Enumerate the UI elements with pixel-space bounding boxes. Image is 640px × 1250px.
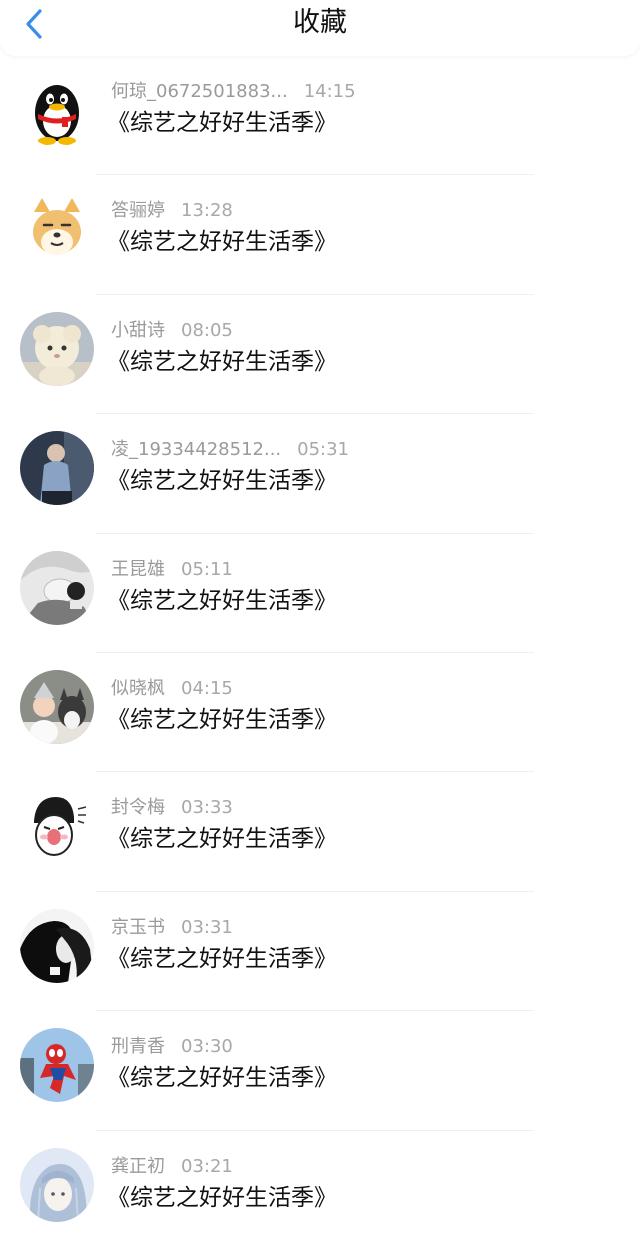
- item-time: 03:31: [181, 916, 233, 938]
- list-item[interactable]: 小甜诗 08:05 《综艺之好好生活季》: [0, 295, 640, 415]
- item-meta: 答骊婷 13:28: [111, 199, 233, 223]
- item-meta: 刑青香 03:30: [111, 1035, 233, 1059]
- item-time: 04:15: [181, 677, 233, 699]
- sender-name: 小甜诗: [111, 319, 165, 341]
- sender-name: 封令梅: [111, 797, 165, 819]
- nav-bar: 收藏: [0, 0, 640, 56]
- list-item[interactable]: 答骊婷 13:28 《综艺之好好生活季》: [0, 175, 640, 295]
- cartoon-sticker-avatar: [20, 789, 94, 864]
- item-content: 《综艺之好好生活季》: [107, 229, 337, 256]
- item-meta: 龚正初 03:21: [111, 1155, 233, 1179]
- shiba-dog-avatar: [20, 192, 94, 267]
- item-content: 《综艺之好好生活季》: [107, 348, 337, 375]
- item-meta: 京玉书 03:31: [111, 916, 233, 940]
- item-content: 《综艺之好好生活季》: [107, 945, 337, 972]
- sender-name: 凌_19334428512...: [111, 439, 282, 461]
- sender-name: 龚正初: [111, 1155, 165, 1177]
- silhouette-couple-avatar: [20, 908, 94, 983]
- item-time: 13:28: [181, 200, 233, 222]
- item-content: 《综艺之好好生活季》: [107, 706, 337, 733]
- item-time: 03:30: [181, 1036, 233, 1058]
- sender-name: 似晓枫: [111, 677, 165, 699]
- list-item[interactable]: 何琼_0672501883... 14:15 《综艺之好好生活季》: [0, 56, 640, 176]
- anime-girl-avatar: [20, 1147, 94, 1222]
- item-content: 《综艺之好好生活季》: [107, 826, 337, 853]
- list-item[interactable]: 凌_19334428512... 05:31 《综艺之好好生活季》: [0, 414, 640, 534]
- list-item[interactable]: 封令梅 03:33 《综艺之好好生活季》: [0, 772, 640, 892]
- item-time: 03:21: [181, 1155, 233, 1177]
- item-meta: 王昆雄 05:11: [111, 558, 233, 582]
- person-photo-avatar: [20, 431, 94, 506]
- item-meta: 凌_19334428512... 05:31: [111, 438, 349, 462]
- item-content: 《综艺之好好生活季》: [107, 1065, 337, 1092]
- child-and-husky-avatar: [20, 669, 94, 744]
- item-content: 《综艺之好好生活季》: [107, 468, 337, 495]
- list-item[interactable]: 似晓枫 04:15 《综艺之好好生活季》: [0, 653, 640, 773]
- item-time: 14:15: [303, 81, 356, 102]
- sender-name: 王昆雄: [111, 558, 165, 580]
- item-meta: 似晓枫 04:15: [111, 677, 233, 701]
- item-meta: 小甜诗 08:05: [111, 319, 233, 343]
- penguin-avatar: [20, 73, 94, 147]
- item-meta: 何琼_0672501883... 14:15: [111, 80, 356, 104]
- sender-name: 京玉书: [111, 916, 165, 938]
- favorites-list: 何琼_0672501883... 14:15 《综艺之好好生活季》 答骊婷 13:2…: [0, 56, 640, 1250]
- item-time: 03:33: [181, 797, 233, 819]
- item-content: 《综艺之好好生活季》: [107, 1184, 337, 1211]
- sender-name: 刑青香: [111, 1036, 165, 1058]
- list-item[interactable]: 王昆雄 05:11 《综艺之好好生活季》: [0, 534, 640, 653]
- list-item[interactable]: 刑青香 03:30 《综艺之好好生活季》: [0, 1011, 640, 1131]
- sender-name: 答骊婷: [111, 200, 165, 222]
- item-meta: 封令梅 03:33: [111, 796, 233, 820]
- item-time: 08:05: [181, 319, 233, 341]
- list-item[interactable]: 龚正初 03:21 《综艺之好好生活季》: [0, 1131, 640, 1250]
- spiderman-avatar: [20, 1028, 94, 1103]
- page-title: 收藏: [293, 7, 347, 38]
- item-time: 05:31: [297, 439, 350, 461]
- grayscale-portrait-avatar: [20, 550, 94, 625]
- item-content: 《综艺之好好生活季》: [107, 587, 337, 614]
- item-content: 《综艺之好好生活季》: [107, 110, 337, 136]
- item-time: 05:11: [181, 558, 233, 580]
- list-item[interactable]: 京玉书 03:31 《综艺之好好生活季》: [0, 892, 640, 1012]
- sender-name: 何琼_0672501883...: [111, 81, 288, 102]
- plush-sheep-avatar: [20, 311, 94, 386]
